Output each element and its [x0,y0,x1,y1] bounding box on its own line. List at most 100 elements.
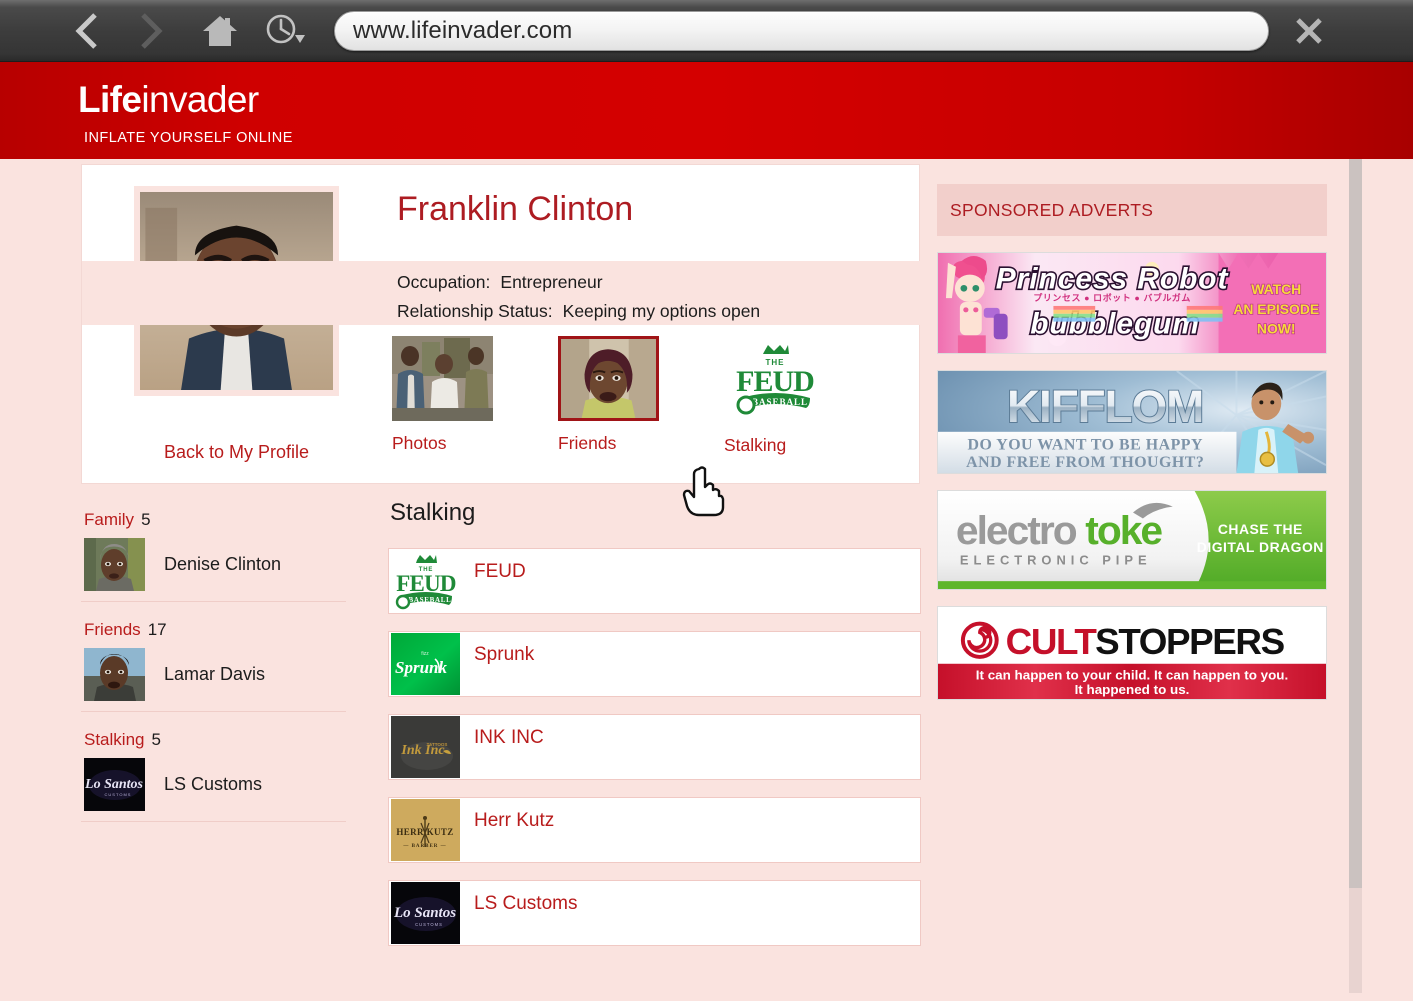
list-item-name: INK INC [474,727,544,748]
svg-text:CUSTOMS: CUSTOMS [105,792,132,797]
svg-text:DIGITAL DRAGON: DIGITAL DRAGON [1197,539,1324,555]
list-item[interactable]: THE FEUD BASEBALL FEUD [388,548,921,614]
profile-card: Back to My Profile Franklin Clinton Occu… [81,164,921,484]
logo-thin-part: invader [141,79,259,120]
svg-text:AND FREE FROM THOUGHT?: AND FREE FROM THOUGHT? [966,454,1204,471]
svg-text:WATCH: WATCH [1251,281,1301,297]
list-item[interactable]: Lamar Davis [81,644,346,712]
sidebar-group-family-header[interactable]: Family 5 [81,504,346,534]
site-logo[interactable]: Lifeinvader [78,79,259,121]
chevron-left-icon [73,11,103,51]
svg-text:Princess Robot: Princess Robot [996,262,1229,295]
svg-text:KIFFLOM: KIFFLOM [1007,381,1203,432]
svg-text:HERR KUTZ: HERR KUTZ [396,827,453,837]
list-item-name: LS Customs [164,774,263,794]
sidebar-group-family: Family 5 Denise Clinton [81,504,346,602]
denise-portrait-thumbnail [84,538,145,591]
home-button[interactable] [194,5,246,57]
advert-cultstoppers[interactable]: CULT STOPPERS It can happen to your chil… [937,606,1327,700]
logo-bold-part: Life [78,79,142,120]
list-item[interactable]: Sprunk fizz Sprunk [388,631,921,697]
sidebar-group-stalking-header[interactable]: Stalking 5 [81,724,346,754]
list-item-name: Denise Clinton [164,554,282,574]
relationship-value: Keeping my options open [562,301,761,321]
occupation-row: Occupation: Entrepreneur [397,272,603,293]
section-title: Stalking [390,499,476,526]
list-item-name: FEUD [474,561,526,582]
sprunk-logo: Sprunk fizz [391,633,460,695]
sidebar-group-friends-count: 17 [147,620,167,639]
relationship-label: Relationship Status: [397,301,553,321]
advert-princess-robot-bubblegum[interactable]: Princess Robot プリンセス ● ロボット ● バブルガム bubb… [937,252,1327,354]
ls-customs-logo: Lo Santos CUSTOMS [391,882,460,944]
svg-text:electro: electro [956,507,1077,553]
address-bar[interactable]: www.lifeinvader.com [334,10,1269,51]
sponsored-adverts-panel: SPONSORED ADVERTS Princess Robot プリンセス ●… [937,184,1327,700]
close-button[interactable] [1283,5,1335,57]
page-scrollbar[interactable] [1349,159,1362,993]
tab-photos-label: Photos [392,433,447,453]
page-body: Back to My Profile Franklin Clinton Occu… [0,159,1413,1001]
svg-text:toke: toke [1085,507,1162,553]
occupation-value: Entrepreneur [500,272,603,292]
svg-text:— BARBER —: — BARBER — [402,844,446,849]
back-to-my-profile-link[interactable]: Back to My Profile [164,442,309,463]
list-item[interactable]: Lo Santos CUSTOMS LS Customs [81,754,346,822]
clock-history-icon [265,13,307,49]
browser-toolbar: www.lifeinvader.com [0,0,1413,62]
sidebar-group-stalking: Stalking 5 Lo Santos CUSTOMS LS Customs [81,724,346,822]
tab-friends[interactable]: Friends [558,336,708,454]
list-item[interactable]: Lo Santos CUSTOMS LS Customs [388,880,921,946]
tab-photos[interactable]: Photos [392,336,542,454]
site-header: Lifeinvader INFLATE YOURSELF ONLINE [0,62,1413,159]
advert-electrotoke[interactable]: electro toke ELECTRONIC PIPE CHASE THE D… [937,490,1327,590]
svg-text:STOPPERS: STOPPERS [1095,621,1284,662]
sponsored-adverts-header: SPONSORED ADVERTS [937,184,1327,236]
list-item-name: Lamar Davis [164,664,266,684]
tab-friends-label: Friends [558,433,617,453]
feud-baseball-logo: THE FEUD BASEBALL [391,550,460,612]
tab-stalking-label: Stalking [724,435,787,455]
list-item[interactable]: HERR KUTZ — BARBER — Herr Kutz [388,797,921,863]
sidebar-group-family-title: Family [84,510,135,529]
chevron-right-icon [135,11,165,51]
svg-text:CUSTOMS: CUSTOMS [415,922,443,927]
sidebar-group-friends-header[interactable]: Friends 17 [81,614,346,644]
svg-text:Lo Santos: Lo Santos [84,777,144,792]
advert-kifflom[interactable]: KIFFLOM DO YOU WANT TO BE HAPPY AND FREE… [937,370,1327,474]
home-icon [202,14,238,48]
back-button[interactable] [62,5,114,57]
list-item[interactable]: Denise Clinton [81,534,346,602]
svg-text:ELECTRONIC PIPE: ELECTRONIC PIPE [960,553,1152,568]
list-item-name: Herr Kutz [474,810,555,831]
list-item-name: LS Customs [474,893,578,914]
profile-nav-tiles: Photos Friends THE FEUD BASEBALL Stalkin… [392,336,912,461]
occupation-label: Occupation: [397,272,491,292]
sidebar-connection-lists: Family 5 Denise Clinton Friends 17 Lamar… [81,504,346,822]
history-button[interactable] [260,5,312,57]
list-item-name: Sprunk [474,644,535,665]
svg-text:fizz: fizz [421,651,429,657]
forward-button[interactable] [124,5,176,57]
svg-text:BASEBALL: BASEBALL [752,397,808,407]
svg-text:It happened to us.: It happened to us. [1075,682,1190,697]
group-photo-thumbnail [392,336,493,421]
svg-text:プリンセス ● ロボット ● バブルガム: プリンセス ● ロボット ● バブルガム [1033,292,1191,303]
svg-text:AN EPISODE: AN EPISODE [1233,301,1319,317]
list-item[interactable]: Ink Inc TATTOOS INK INC [388,714,921,780]
page-title: Franklin Clinton [397,190,634,228]
lamar-portrait-thumbnail [84,648,145,701]
url-text: www.lifeinvader.com [353,16,573,44]
svg-text:TATTOOS: TATTOOS [427,742,448,747]
tab-stalking[interactable]: THE FEUD BASEBALL Stalking [724,336,874,456]
site-tagline: INFLATE YOURSELF ONLINE [84,130,293,146]
sidebar-group-friends-title: Friends [84,620,141,639]
scrollbar-thumb[interactable] [1349,159,1362,888]
ls-customs-logo: Lo Santos CUSTOMS [84,758,145,811]
sidebar-group-friends: Friends 17 Lamar Davis [81,614,346,712]
feud-baseball-logo: THE FEUD BASEBALL [724,336,825,421]
svg-text:CULT: CULT [1006,621,1097,662]
svg-text:DO YOU WANT TO BE HAPPY: DO YOU WANT TO BE HAPPY [967,437,1203,454]
svg-text:BASEBALL: BASEBALL [409,596,452,604]
svg-text:NOW!: NOW! [1257,320,1296,336]
